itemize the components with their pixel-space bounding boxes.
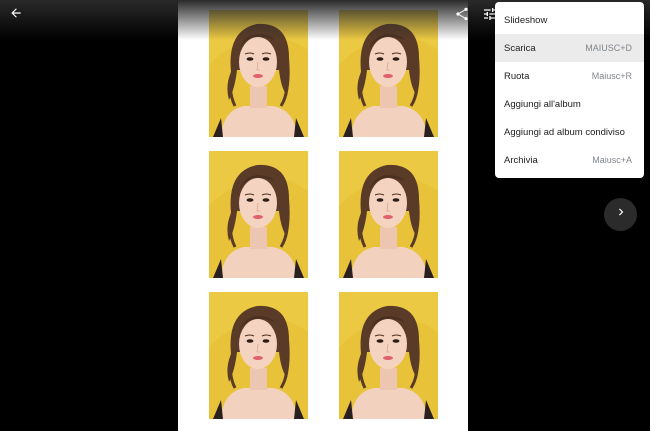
menu-item-shortcut: Maiusc+A (592, 155, 632, 165)
back-button[interactable] (6, 5, 26, 25)
menu-item-shortcut: Maiusc+R (591, 71, 632, 81)
share-button[interactable] (454, 6, 472, 24)
menu-item-label: Slideshow (504, 14, 548, 26)
menu-item-label: Aggiungi all'album (504, 98, 581, 110)
share-icon (454, 7, 470, 26)
menu-item-label: Aggiungi ad album condiviso (504, 126, 625, 138)
menu-item-label: Scarica (504, 42, 536, 54)
menu-item-shortcut: MAIUSC+D (585, 43, 632, 53)
menu-item-add-to-shared-album[interactable]: Aggiungi ad album condiviso (495, 118, 644, 146)
menu-item-archive[interactable]: Archivia Maiusc+A (495, 146, 644, 174)
next-photo-button[interactable] (604, 198, 637, 231)
chevron-right-icon (614, 205, 628, 224)
portrait-photo (209, 292, 308, 419)
menu-item-download[interactable]: Scarica MAIUSC+D (495, 34, 644, 62)
arrow-left-icon (9, 6, 23, 25)
photo-sheet[interactable] (178, 0, 468, 431)
menu-item-add-to-album[interactable]: Aggiungi all'album (495, 90, 644, 118)
menu-item-label: Archivia (504, 154, 538, 166)
more-options-menu: Slideshow Scarica MAIUSC+D Ruota Maiusc+… (495, 2, 644, 178)
photo-viewer: Slideshow Scarica MAIUSC+D Ruota Maiusc+… (0, 0, 650, 431)
portrait-photo (339, 292, 438, 419)
menu-item-slideshow[interactable]: Slideshow (495, 6, 644, 34)
portrait-photo (209, 151, 308, 278)
portrait-photo (339, 151, 438, 278)
menu-item-rotate[interactable]: Ruota Maiusc+R (495, 62, 644, 90)
menu-item-label: Ruota (504, 70, 530, 82)
